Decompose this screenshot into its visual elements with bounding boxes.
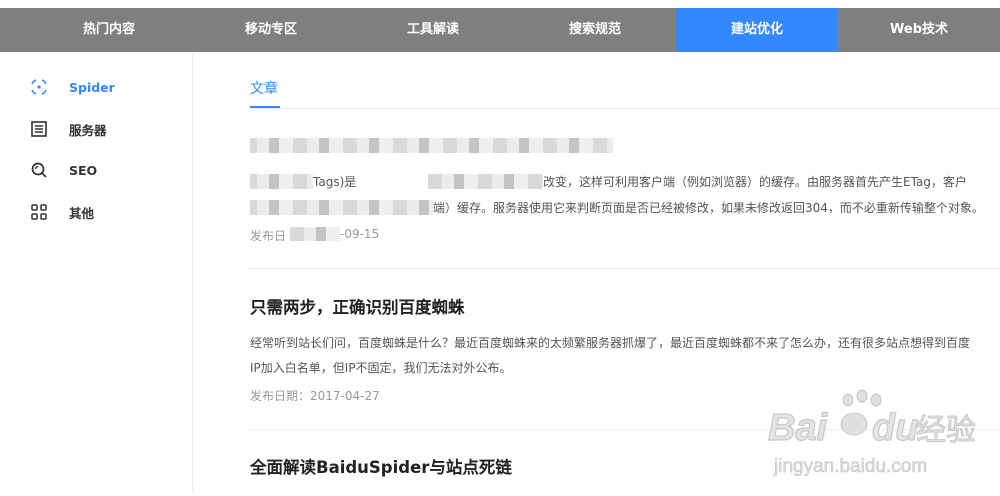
tab-search-spec[interactable]: 搜索规范	[514, 8, 676, 52]
server-icon	[28, 118, 50, 140]
grid-icon	[28, 201, 50, 223]
article-snippet-line2: IP加入白名单，但IP不固定，我们无法对外公布。	[250, 361, 512, 375]
sidebar-item-spider[interactable]: Spider	[28, 75, 115, 99]
tab-hot-content[interactable]: 热门内容	[28, 8, 190, 52]
sidebar-item-label: SEO	[69, 162, 98, 178]
tab-web-tech[interactable]: Web技术	[838, 8, 1000, 52]
article-date-prefix: 发布日	[250, 229, 287, 243]
article-divider	[250, 268, 1000, 269]
article-snippet-line1: 改变，这样可利用客户端（例如浏览器）的缓存。由服务器首先产生ETag，客户	[543, 175, 967, 189]
article-snippet-line1: 经常听到站长们问，百度蜘蛛是什么？最近百度蜘蛛来的太频繁服务器抓爆了，最近百度蜘…	[250, 336, 971, 350]
svg-text:Bai: Bai	[768, 407, 829, 449]
article-snippet-fragment: Tags)是	[313, 175, 357, 189]
sidebar-item-seo[interactable]: SEO	[28, 158, 97, 182]
article-title[interactable]: 全面解读BaiduSpider与站点死链	[250, 454, 512, 478]
sidebar-item-label: Spider	[69, 79, 115, 95]
blurred-title	[250, 138, 613, 153]
article-title[interactable]: 只需两步，正确识别百度蜘蛛	[250, 294, 465, 318]
sidebar-item-server[interactable]: 服务器	[28, 117, 107, 141]
svg-text:jingyan.baidu.com: jingyan.baidu.com	[773, 456, 927, 477]
blurred-text	[250, 174, 313, 189]
blurred-text	[428, 174, 543, 189]
tab-articles[interactable]: 文章	[250, 78, 278, 98]
sidebar-item-label: 服务器	[69, 122, 107, 138]
top-nav: 热门内容 移动专区 工具解读 搜索规范 建站优化 Web技术	[0, 8, 1000, 52]
tab-site-optimization[interactable]: 建站优化	[676, 8, 838, 52]
svg-text:经验: 经验	[916, 413, 976, 448]
blurred-text	[290, 227, 340, 241]
tab-mobile[interactable]: 移动专区	[190, 8, 352, 52]
section-divider	[250, 108, 1000, 109]
spider-icon	[28, 76, 50, 98]
sidebar: Spider 服务器 SEO 其他	[0, 52, 193, 492]
baidu-jingyan-watermark: Bai du 经验 jingyan.baidu.com	[767, 378, 1000, 492]
blurred-text	[250, 200, 433, 215]
seo-icon	[28, 159, 50, 181]
svg-text:du: du	[872, 407, 918, 449]
article-date: 发布日期：2017-04-27	[250, 389, 380, 403]
sidebar-item-other[interactable]: 其他	[28, 200, 94, 224]
article-date-suffix: -09-15	[340, 227, 380, 241]
sidebar-item-label: 其他	[69, 205, 95, 221]
article-snippet-line2: 端）缓存。服务器使用它来判断页面是否已经被修改，如果未修改返回304，而不必重新…	[433, 201, 984, 215]
tab-tools[interactable]: 工具解读	[352, 8, 514, 52]
